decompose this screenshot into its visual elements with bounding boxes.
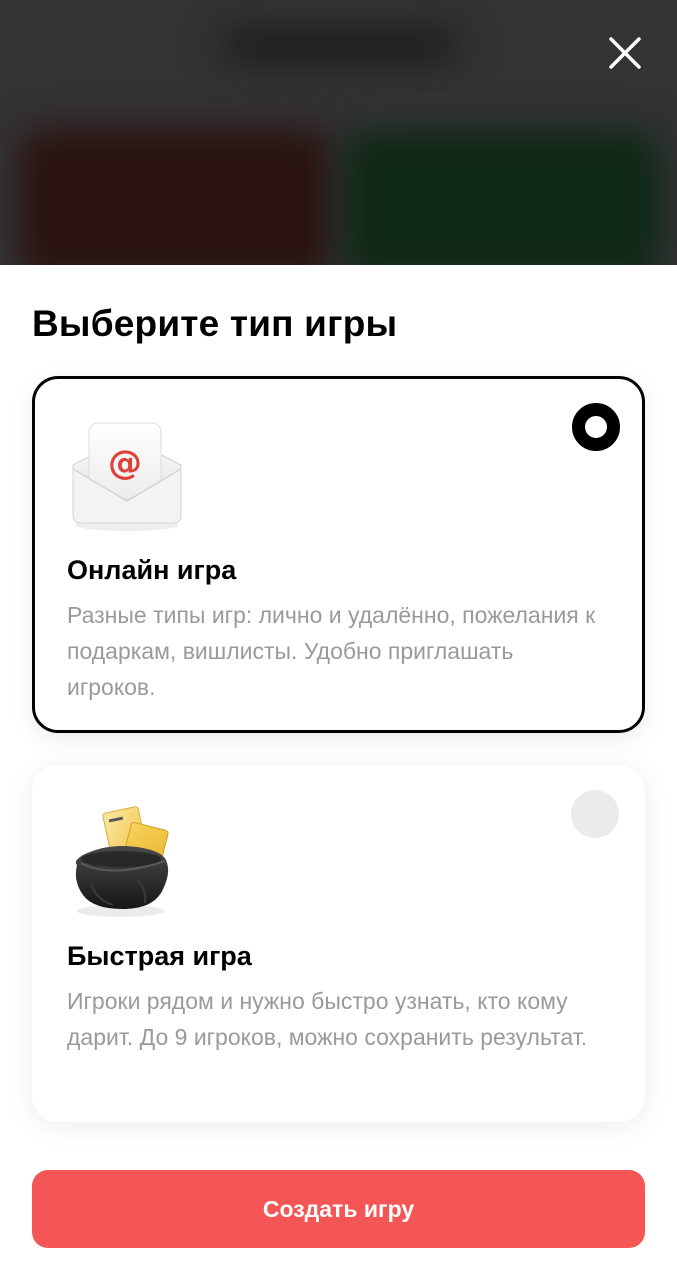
hat-with-notes-icon xyxy=(67,803,187,923)
blurred-card-shape-left xyxy=(20,130,330,280)
create-game-button[interactable]: Создать игру xyxy=(32,1170,645,1248)
blurred-card-shape-right xyxy=(345,130,660,280)
option-radio-online[interactable] xyxy=(572,403,620,451)
envelope-at-icon: @ xyxy=(67,417,187,537)
option-card-online[interactable]: @ Онлайн игра Разные типы игр: лично и у… xyxy=(32,376,645,733)
sheet-title: Выберите тип игры xyxy=(32,303,398,344)
blurred-header-shape xyxy=(220,28,460,62)
svg-text:@: @ xyxy=(108,443,142,483)
close-button[interactable] xyxy=(600,28,650,78)
option-description-online: Разные типы игр: лично и удалённо, пожел… xyxy=(67,602,596,700)
option-radio-quick[interactable] xyxy=(571,790,619,838)
option-description-quick: Игроки рядом и нужно быстро узнать, кто … xyxy=(67,988,588,1050)
option-title-quick: Быстрая игра xyxy=(67,941,252,971)
option-title-online: Онлайн игра xyxy=(67,555,237,585)
blurred-background xyxy=(0,0,677,300)
option-card-quick[interactable]: Быстрая игра Игроки рядом и нужно быстро… xyxy=(32,765,645,1122)
game-type-sheet: Выберите тип игры @ Онлайн игра Разные т… xyxy=(0,265,677,1280)
close-icon xyxy=(609,37,641,69)
